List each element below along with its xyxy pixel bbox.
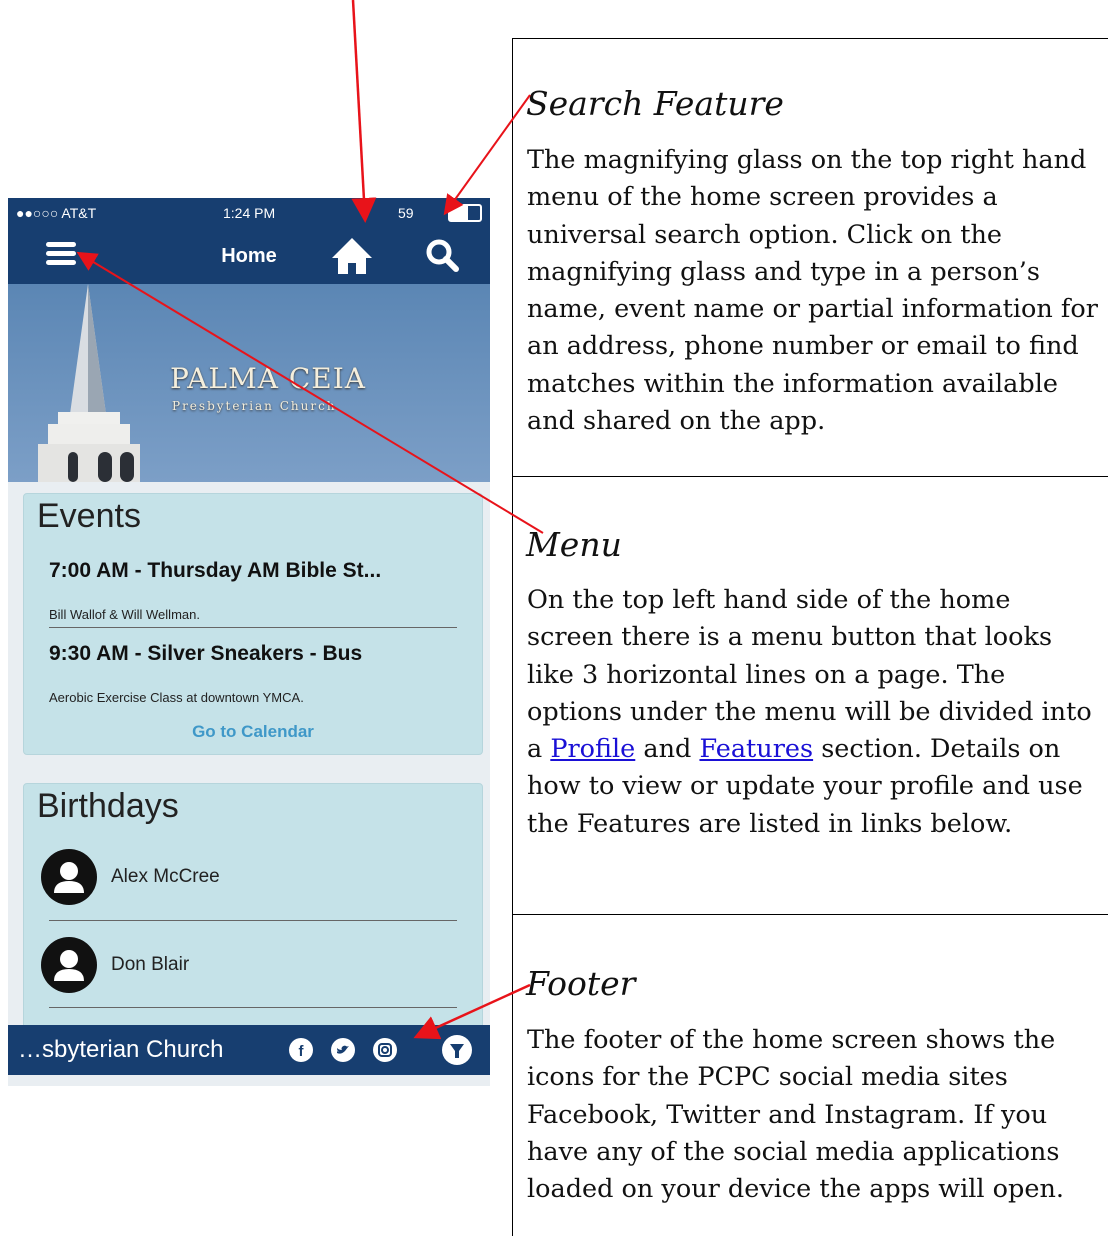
birthday-name: Don Blair — [111, 954, 190, 975]
events-card: Events 7:00 AM - Thursday AM Bible St...… — [23, 493, 483, 755]
event-description: Aerobic Exercise Class at downtown YMCA. — [49, 690, 304, 705]
filter-icon[interactable] — [442, 1035, 472, 1065]
clock: 1:24 PM — [223, 205, 276, 221]
divider — [49, 1007, 457, 1008]
svg-text:f: f — [299, 1043, 305, 1060]
events-heading: Events — [37, 497, 141, 535]
menu-text-part: and — [635, 734, 700, 765]
twitter-icon[interactable] — [331, 1038, 355, 1062]
top-nav: Home — [8, 228, 490, 284]
footer-church-name: …sbyterian Church — [18, 1036, 224, 1063]
go-to-calendar-link[interactable]: Go to Calendar — [24, 722, 482, 742]
footer-text: The footer of the home screen shows the … — [527, 1025, 1064, 1205]
carrier-label: ●●○○○ AT&T — [16, 205, 97, 221]
table-border — [512, 38, 1108, 39]
features-link[interactable]: Features — [699, 734, 813, 764]
divider — [49, 920, 457, 921]
home-icon[interactable] — [330, 236, 374, 281]
event-title[interactable]: 9:30 AM - Silver Sneakers - Bus — [49, 642, 362, 666]
search-callout-arrow — [443, 94, 531, 216]
page-title: Home — [221, 245, 277, 267]
search-icon[interactable] — [423, 236, 463, 281]
avatar-icon — [41, 937, 97, 993]
birthdays-card: Birthdays Alex McCree Don Blair — [23, 783, 483, 1045]
app-screenshot: ●●○○○ AT&T 1:24 PM 59 Home PALMA CEIA Pr… — [8, 198, 490, 1086]
birthday-name: Alex McCree — [111, 866, 220, 887]
birthday-item[interactable]: Don Blair — [41, 937, 461, 997]
event-description: Bill Wallof & Will Wellman. — [49, 607, 200, 622]
battery-icon — [448, 204, 482, 222]
facebook-icon[interactable]: f — [289, 1038, 313, 1062]
table-border — [512, 476, 1108, 477]
home-callout-arrow — [351, 0, 377, 223]
birthdays-heading: Birthdays — [37, 787, 179, 825]
battery-percent: 59 — [398, 205, 414, 221]
church-logo: PALMA CEIA — [170, 362, 367, 395]
app-footer: …sbyterian Church f — [8, 1025, 490, 1075]
birthday-item[interactable]: Alex McCree — [41, 849, 461, 909]
search-feature-text: The magnifying glass on the top right ha… — [527, 145, 1098, 437]
profile-link[interactable]: Profile — [550, 734, 635, 764]
event-title[interactable]: 7:00 AM - Thursday AM Bible St... — [49, 559, 381, 583]
menu-heading: Menu — [526, 525, 622, 564]
church-logo-subtitle: Presbyterian Church — [172, 399, 337, 413]
church-banner: PALMA CEIA Presbyterian Church — [8, 284, 490, 482]
footer-heading: Footer — [526, 964, 636, 1003]
table-border — [512, 914, 1108, 915]
search-feature-heading: Search Feature — [526, 84, 784, 123]
avatar-icon — [41, 849, 97, 905]
instagram-icon[interactable] — [373, 1038, 397, 1062]
table-border — [512, 38, 513, 1236]
status-bar: ●●○○○ AT&T 1:24 PM 59 — [8, 198, 490, 228]
divider — [49, 627, 457, 628]
menu-text: On the top left hand side of the home sc… — [527, 582, 1102, 843]
